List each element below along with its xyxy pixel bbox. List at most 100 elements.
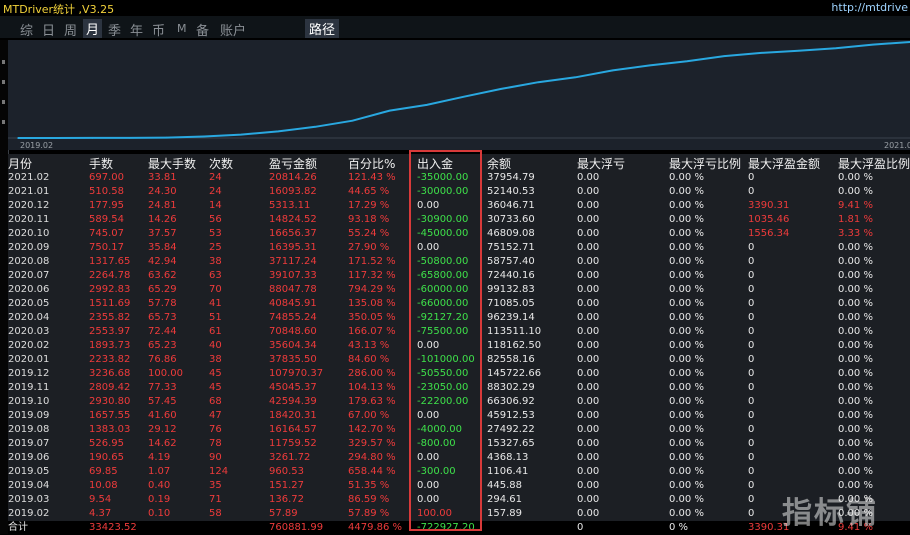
table-row[interactable]: 2019.05 69.85 1.07 124 960.53 658.44 % -300.00… [8, 465, 910, 479]
tab-account[interactable]: 账户 [220, 20, 246, 39]
cell-balance: 75152.71 [487, 242, 535, 253]
cell-max-lots: 0.19 [148, 494, 171, 505]
balance-chart: 2019.02 2021.0 [8, 40, 910, 150]
tab-currency[interactable]: 币 [152, 20, 165, 39]
cell-max-float-loss: 0.00 [577, 410, 600, 421]
table-row[interactable]: 2020.09 750.17 35.84 25 16395.31 27.90 % 0.00 7… [8, 241, 910, 255]
header-balance[interactable]: 余额 [487, 155, 511, 172]
table-row[interactable]: 2020.07 2264.78 63.62 63 39107.33 117.32 % -65… [8, 269, 910, 283]
balance-point [128, 137, 131, 139]
total-percent: 4479.86 % [348, 522, 403, 533]
tab-m[interactable]: M [177, 22, 187, 35]
table-row[interactable]: 2020.11 589.54 14.26 56 14824.52 93.18 % -3090… [8, 213, 910, 227]
cell-balance: 157.89 [487, 508, 522, 519]
table-row[interactable]: 2020.01 2233.82 76.86 38 37835.50 84.60 % -101… [8, 353, 910, 367]
cell-balance: 96239.14 [487, 312, 535, 323]
table-row[interactable]: 2021.01 510.58 24.30 24 16093.82 44.65 % -3000… [8, 185, 910, 199]
tab-day[interactable]: 日 [42, 20, 55, 39]
table-row[interactable]: 2019.08 1383.03 29.12 76 16164.57 142.70 % -40… [8, 423, 910, 437]
header-max-float-profit-pct[interactable]: 最大浮盈比例 [838, 155, 910, 172]
table-row[interactable]: 2021.02 697.00 33.81 24 20814.26 121.43 % -350… [8, 171, 910, 185]
cell-deposit: -35000.00 [417, 172, 469, 183]
cell-max-float-profit-pct: 0.00 % [838, 466, 873, 477]
cell-balance: 99132.83 [487, 284, 535, 295]
table-row[interactable]: 2019.06 190.65 4.19 90 3261.72 294.80 % 0.00 43… [8, 451, 910, 465]
cell-percent: 166.07 % [348, 326, 396, 337]
table-row[interactable]: 2020.04 2355.82 65.73 51 74855.24 350.05 % -92… [8, 311, 910, 325]
cell-trades: 45 [209, 368, 222, 379]
cell-max-float-profit: 0 [748, 354, 755, 365]
cell-max-float-profit: 0 [748, 270, 755, 281]
cell-trades: 24 [209, 186, 222, 197]
cell-max-float-loss-pct: 0.00 % [669, 172, 704, 183]
tab-summary[interactable]: 综 [20, 20, 33, 39]
cell-max-float-loss-pct: 0.00 % [669, 340, 704, 351]
cell-trades: 53 [209, 228, 222, 239]
header-max-float-loss-pct[interactable]: 最大浮亏比例 [669, 155, 741, 172]
cell-profit: 37117.24 [269, 256, 317, 267]
table-row[interactable]: 2019.11 2809.42 77.33 45 45045.37 104.13 % -23… [8, 381, 910, 395]
cell-lots: 589.54 [89, 214, 124, 225]
path-button[interactable]: 路径 [305, 19, 340, 38]
cell-max-float-profit-pct: 9.41 % [838, 200, 873, 211]
table-row[interactable]: 2019.09 1657.55 41.60 47 18420.31 67.00 % 0.00… [8, 409, 910, 423]
cell-max-float-profit: 0 [748, 396, 755, 407]
tab-quarter[interactable]: 季 [108, 20, 121, 39]
cell-max-lots: 57.78 [148, 298, 177, 309]
table-row[interactable]: 2020.02 1893.73 65.23 40 35604.34 43.13 % 0.00… [8, 339, 910, 353]
balance-point [203, 135, 205, 138]
balance-point [314, 126, 317, 128]
cell-trades: 47 [209, 410, 222, 421]
table-row[interactable]: 2019.02 4.37 0.10 58 57.89 57.89 % 100.00 157.8… [8, 507, 910, 521]
cell-percent: 294.80 % [348, 452, 396, 463]
cell-lots: 1383.03 [89, 424, 131, 435]
table-row[interactable]: 2019.03 9.54 0.19 71 136.72 86.59 % 0.00 294.61… [8, 493, 910, 507]
header-deposit[interactable]: 出入金 [417, 155, 453, 172]
cell-max-float-loss-pct: 0.00 % [669, 228, 704, 239]
table-row[interactable]: 2020.10 745.07 37.57 53 16656.37 55.24 % -4500… [8, 227, 910, 241]
table-row[interactable]: 2020.08 1317.65 42.94 38 37117.24 171.52 % -50… [8, 255, 910, 269]
cell-max-float-loss-pct: 0.00 % [669, 508, 704, 519]
table-row[interactable]: 2019.10 2930.80 57.45 68 42594.39 179.63 % -22… [8, 395, 910, 409]
cell-lots: 190.65 [89, 452, 124, 463]
header-profit[interactable]: 盈亏金额 [269, 155, 317, 172]
header-lots[interactable]: 手数 [89, 155, 113, 172]
table-row[interactable]: 2019.04 10.08 0.40 35 151.27 51.35 % 0.00 445.8… [8, 479, 910, 493]
table-row[interactable]: 2020.05 1511.69 57.78 41 40845.91 135.08 % -66… [8, 297, 910, 311]
cell-max-float-loss: 0.00 [577, 186, 600, 197]
table-row[interactable]: 2019.12 3236.68 100.00 45 107970.37 286.00 % -… [8, 367, 910, 381]
header-month[interactable]: 月份 [8, 155, 32, 172]
cell-lots: 750.17 [89, 242, 124, 253]
cell-max-float-loss-pct: 0.00 % [669, 270, 704, 281]
cell-month: 2019.06 [8, 452, 50, 463]
cell-month: 2019.04 [8, 480, 50, 491]
app-url[interactable]: http://mtdrive [831, 1, 908, 14]
tab-week[interactable]: 周 [64, 20, 77, 39]
header-max-lots[interactable]: 最大手数 [148, 155, 196, 172]
cell-max-float-loss: 0.00 [577, 242, 600, 253]
cell-max-float-loss: 0.00 [577, 452, 600, 463]
cell-lots: 510.58 [89, 186, 124, 197]
header-trades[interactable]: 次数 [209, 155, 233, 172]
header-percent[interactable]: 百分比% [348, 155, 395, 172]
cell-month: 2019.08 [8, 424, 50, 435]
cell-trades: 45 [209, 382, 222, 393]
cell-lots: 2355.82 [89, 312, 131, 323]
cell-max-float-loss: 0.00 [577, 312, 600, 323]
cell-trades: 41 [209, 298, 222, 309]
table-row[interactable]: 2020.03 2553.97 72.44 61 70848.60 166.07 % -75… [8, 325, 910, 339]
tab-year[interactable]: 年 [130, 20, 143, 39]
header-max-float-loss[interactable]: 最大浮亏 [577, 155, 625, 172]
cell-max-lots: 29.12 [148, 424, 177, 435]
cell-max-float-loss: 0.00 [577, 214, 600, 225]
table-row[interactable]: 2020.12 177.95 24.81 14 5313.11 17.29 % 0.00 36… [8, 199, 910, 213]
tab-backup[interactable]: 备 [196, 20, 209, 39]
cell-deposit: -101000.00 [417, 354, 475, 365]
table-row[interactable]: 2020.06 2992.83 65.29 70 88047.78 794.29 % -60… [8, 283, 910, 297]
cell-trades: 24 [209, 172, 222, 183]
tab-month[interactable]: 月 [83, 19, 103, 38]
cell-percent: 286.00 % [348, 368, 396, 379]
table-row[interactable]: 2019.07 526.95 14.62 78 11759.52 329.57 % -800… [8, 437, 910, 451]
header-max-float-profit[interactable]: 最大浮盈金额 [748, 155, 820, 172]
cell-balance: 72440.16 [487, 270, 535, 281]
